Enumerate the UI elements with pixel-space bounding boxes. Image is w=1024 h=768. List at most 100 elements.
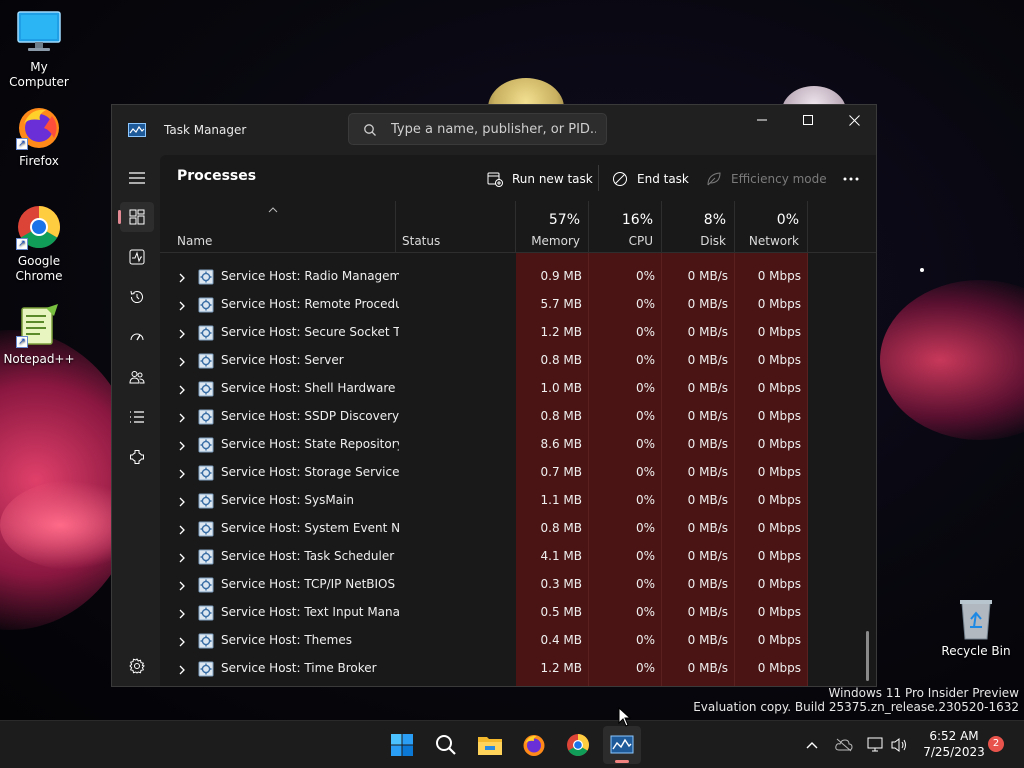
run-new-task-label: Run new task <box>512 172 593 186</box>
taskbar-task-manager[interactable] <box>603 726 641 764</box>
nav-settings[interactable] <box>120 651 154 681</box>
onedrive-tray-button[interactable] <box>834 735 854 755</box>
minimize-button[interactable] <box>739 105 785 135</box>
efficiency-mode-button[interactable]: Efficiency mode <box>706 166 827 192</box>
notification-badge[interactable]: 2 <box>988 736 1004 752</box>
maximize-button[interactable] <box>785 105 831 135</box>
cpu-value: 0% <box>635 493 655 507</box>
table-row[interactable]: Service Host: Radio Managem... 0.9 MB 0% 0 … <box>160 263 806 291</box>
disk-value: 0 MB/s <box>687 661 728 675</box>
table-row[interactable]: Service Host: Shell Hardware ... 1.0 MB 0%… <box>160 375 806 403</box>
table-row[interactable]: Service Host: State Repository ... 8.6 MB… <box>160 431 806 459</box>
close-button[interactable] <box>831 105 876 135</box>
chevron-right-icon[interactable] <box>178 552 186 566</box>
clock-time: 6:52 AM <box>929 729 979 743</box>
chevron-right-icon[interactable] <box>178 328 186 342</box>
column-label: Disk <box>700 234 726 248</box>
chevron-right-icon[interactable] <box>178 384 186 398</box>
nav-app-history[interactable] <box>120 282 154 312</box>
minimize-icon <box>757 119 767 121</box>
column-header-status[interactable]: Status <box>396 201 516 253</box>
table-row[interactable]: Service Host: SysMain 1.1 MB 0% 0 MB/s 0 Mbp… <box>160 487 806 515</box>
search-input[interactable] <box>391 119 596 139</box>
column-header-name[interactable]: Name <box>160 201 396 253</box>
column-header-memory[interactable]: 57% Memory <box>516 201 589 253</box>
service-host-icon <box>198 437 214 453</box>
page-title: Processes <box>177 168 257 184</box>
start-button[interactable] <box>383 726 421 764</box>
chevron-right-icon[interactable] <box>178 636 186 650</box>
table-row[interactable]: Service Host: Task Scheduler 4.1 MB 0% 0 MB… <box>160 543 806 571</box>
leaf-icon <box>707 172 721 186</box>
column-header-cpu[interactable]: 16% CPU <box>589 201 662 253</box>
nav-processes[interactable] <box>118 202 154 232</box>
chevron-right-icon[interactable] <box>178 440 186 454</box>
nav-startup-apps[interactable] <box>120 322 154 352</box>
taskbar-chrome[interactable] <box>559 726 597 764</box>
notepad-plus-plus-icon: ↗ <box>16 302 62 348</box>
cpu-value: 0% <box>635 381 655 395</box>
memory-value: 0.8 MB <box>540 353 582 367</box>
chevron-right-icon[interactable] <box>178 272 186 286</box>
table-row[interactable]: Service Host: Server 0.8 MB 0% 0 MB/s 0 Mbps <box>160 347 806 375</box>
table-header: Name Status 57% Memory 16% CPU 8% Disk 0… <box>160 201 876 253</box>
desktop-icon-label: Recycle Bin <box>941 644 1011 658</box>
disk-value: 0 MB/s <box>687 381 728 395</box>
more-options-button[interactable] <box>836 166 866 192</box>
table-row[interactable]: Service Host: TCP/IP NetBIOS ... 0.3 MB 0%… <box>160 571 806 599</box>
desktop-icon-firefox[interactable]: ↗ Firefox <box>0 104 78 169</box>
memory-value: 8.6 MB <box>540 437 582 451</box>
chevron-right-icon[interactable] <box>178 608 186 622</box>
title-bar[interactable]: Task Manager <box>112 105 876 155</box>
taskbar-firefox[interactable] <box>515 726 553 764</box>
chevron-right-icon[interactable] <box>178 496 186 510</box>
network-value: 0 Mbps <box>757 353 801 367</box>
taskbar-file-explorer[interactable] <box>471 726 509 764</box>
memory-value: 1.0 MB <box>540 381 582 395</box>
chevron-right-icon[interactable] <box>178 468 186 482</box>
table-row[interactable]: Service Host: System Event No... 0.8 MB 0%… <box>160 515 806 543</box>
chevron-right-icon[interactable] <box>178 580 186 594</box>
end-task-button[interactable]: End task <box>612 166 689 192</box>
service-host-icon <box>198 409 214 425</box>
chevron-right-icon[interactable] <box>178 412 186 426</box>
desktop-icon-my-computer[interactable]: My Computer <box>0 10 78 90</box>
desktop-icon-recycle-bin[interactable]: Recycle Bin <box>940 597 1012 658</box>
table-row[interactable]: Service Host: Remote Procedu... 5.7 MB 0% 0… <box>160 291 806 319</box>
column-label: Network <box>748 234 799 248</box>
table-row[interactable]: Service Host: Time Broker 1.2 MB 0% 0 MB/s 0… <box>160 655 806 683</box>
desktop-icon-notepad-plus-plus[interactable]: ↗ Notepad++ <box>0 302 78 367</box>
nav-details[interactable] <box>120 402 154 432</box>
nav-users[interactable] <box>120 362 154 392</box>
desktop-icon-google-chrome[interactable]: ↗ Google Chrome <box>0 204 78 284</box>
table-row[interactable]: Service Host: Storage Service 0.7 MB 0% 0 M… <box>160 459 806 487</box>
cloud-offline-icon <box>835 738 853 752</box>
network-tray-button[interactable] <box>866 735 886 755</box>
system-clock[interactable]: 6:52 AM 7/25/2023 <box>918 728 990 760</box>
show-hidden-icons-button[interactable] <box>802 735 822 755</box>
network-value: 0 Mbps <box>757 549 801 563</box>
chevron-right-icon[interactable] <box>178 664 186 678</box>
taskbar-search-button[interactable] <box>427 726 465 764</box>
chevron-right-icon[interactable] <box>178 300 186 314</box>
table-row[interactable]: Service Host: Text Input Mana... 0.5 MB 0%… <box>160 599 806 627</box>
users-icon <box>129 371 145 384</box>
search-box[interactable] <box>348 113 607 145</box>
table-row[interactable]: Service Host: Themes 0.4 MB 0% 0 MB/s 0 Mbps <box>160 627 806 655</box>
chevron-right-icon[interactable] <box>178 356 186 370</box>
cpu-value: 0% <box>635 437 655 451</box>
column-header-network[interactable]: 0% Network <box>735 201 808 253</box>
table-row[interactable]: Service Host: Secure Socket Tu... 1.2 MB 0… <box>160 319 806 347</box>
column-header-disk[interactable]: 8% Disk <box>662 201 735 253</box>
hamburger-menu-button[interactable] <box>120 163 154 193</box>
volume-tray-button[interactable] <box>890 735 910 755</box>
vertical-scrollbar[interactable] <box>866 631 869 681</box>
run-new-task-button[interactable]: Run new task <box>487 166 593 192</box>
nav-services[interactable] <box>120 442 154 472</box>
table-row[interactable]: Service Host: SSDP Discovery 0.8 MB 0% 0 MB… <box>160 403 806 431</box>
cpu-value: 0% <box>635 605 655 619</box>
chevron-right-icon[interactable] <box>178 524 186 538</box>
disk-value: 0 MB/s <box>687 409 728 423</box>
cpu-value: 0% <box>635 269 655 283</box>
nav-performance[interactable] <box>120 242 154 272</box>
